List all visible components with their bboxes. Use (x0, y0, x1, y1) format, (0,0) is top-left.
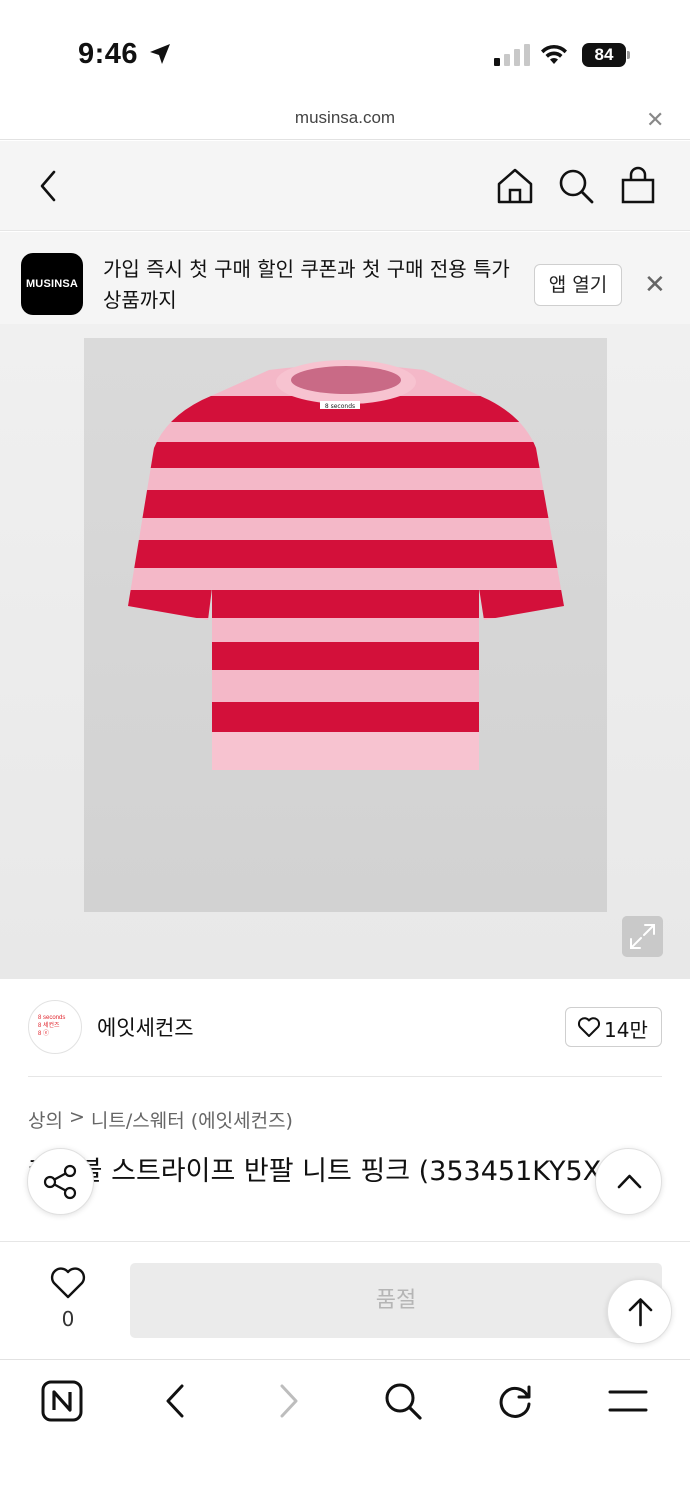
breadcrumb-subcategory[interactable]: 니트/스웨터 (에잇세컨즈) (91, 1106, 293, 1133)
naver-home-icon[interactable] (41, 1380, 83, 1422)
sold-out-button[interactable]: 품절 (130, 1263, 662, 1338)
wishlist-heart-icon[interactable] (50, 1266, 86, 1300)
brand-logo[interactable]: 8 seconds 8 세컨즈 8 ⓔ (28, 1000, 82, 1054)
location-arrow-icon (150, 44, 170, 64)
brand-like-count: 14만 (604, 1018, 648, 1042)
share-icon (43, 1164, 77, 1200)
status-time: 9:46 (78, 38, 139, 70)
brand-logo-line: 8 세컨즈 (38, 1023, 60, 1029)
scroll-to-top-button[interactable] (607, 1279, 672, 1344)
breadcrumb: 상의 > 니트/스웨터 (에잇세컨즈) (28, 1106, 293, 1133)
search-icon[interactable] (556, 164, 596, 208)
brand-name[interactable]: 에잇세컨즈 (97, 1012, 194, 1042)
cellular-signal-icon (494, 44, 530, 66)
garment-label: 8 seconds (325, 403, 355, 410)
open-app-button[interactable]: 앱 열기 (534, 264, 622, 306)
battery-icon: 84 (582, 43, 626, 67)
chevron-up-icon (617, 1174, 642, 1189)
heart-icon (577, 1017, 601, 1037)
musinsa-logo: MUSINSA (21, 253, 83, 315)
browser-back-icon[interactable] (158, 1380, 192, 1422)
striped-knit-tee-image: 8 seconds (128, 360, 564, 770)
wifi-icon (541, 44, 567, 64)
collapse-button[interactable] (595, 1148, 662, 1215)
promo-close-icon[interactable]: ✕ (644, 270, 666, 300)
browser-search-icon[interactable] (382, 1380, 424, 1422)
divider (28, 1076, 662, 1077)
promo-message: 가입 즉시 첫 구매 할인 쿠폰과 첫 구매 전용 특가 상품까지 (103, 257, 510, 312)
arrow-up-icon (628, 1298, 653, 1327)
product-image[interactable]: 8 seconds (84, 338, 607, 912)
product-title: 케이블 스트라이프 반팔 니트 핑크 (353451KY5X) (28, 1156, 612, 1187)
home-icon[interactable] (495, 164, 535, 208)
menu-icon[interactable] (607, 1380, 649, 1422)
breadcrumb-category[interactable]: 상의 (28, 1106, 63, 1133)
share-button[interactable] (27, 1148, 94, 1215)
brand-logo-line: 8 seconds (38, 1015, 66, 1021)
shopping-bag-icon[interactable] (618, 164, 658, 208)
brand-logo-line: 8 ⓔ (38, 1031, 50, 1037)
url-text[interactable]: musinsa.com (0, 108, 690, 128)
browser-toolbar (0, 1359, 690, 1500)
browser-forward-icon[interactable] (272, 1380, 306, 1422)
expand-image-icon[interactable] (622, 916, 663, 957)
battery-tip (627, 51, 630, 59)
wishlist-count: 0 (61, 1307, 75, 1331)
back-icon[interactable] (34, 164, 64, 208)
breadcrumb-separator: > (68, 1106, 85, 1128)
reload-icon[interactable] (495, 1380, 535, 1422)
url-close-icon[interactable]: ✕ (646, 108, 664, 133)
